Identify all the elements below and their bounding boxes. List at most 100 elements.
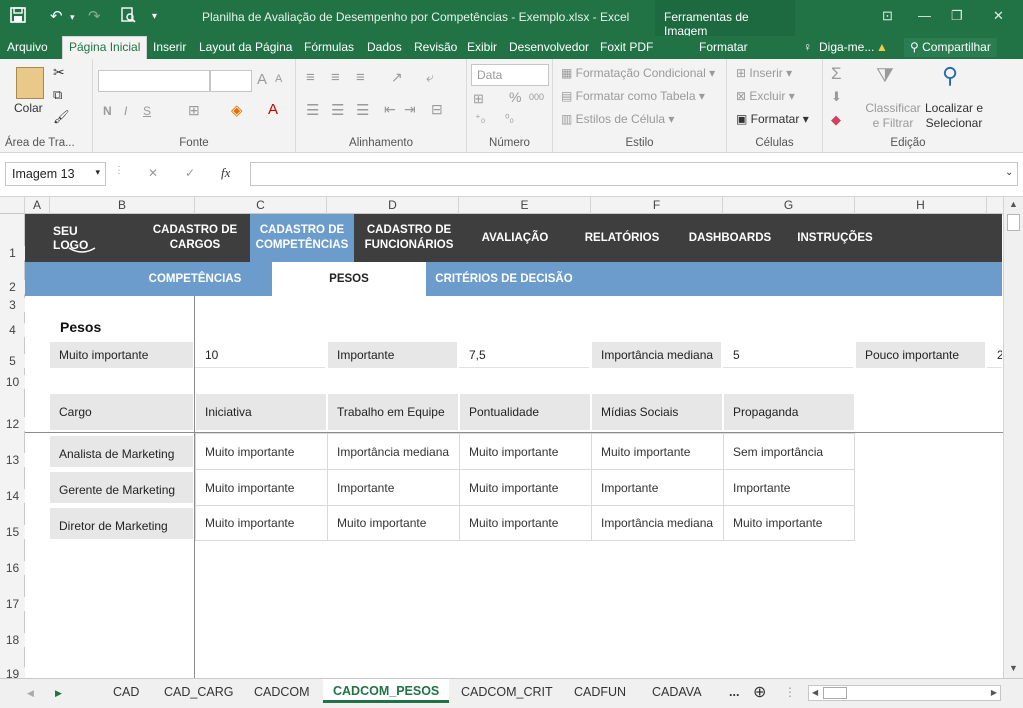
- bold-button[interactable]: N: [103, 104, 112, 118]
- weight-label-muito-importante[interactable]: Muito importante: [50, 342, 193, 368]
- subnav-competencias[interactable]: COMPETÊNCIAS: [125, 262, 265, 296]
- fill-color-icon[interactable]: ◈: [231, 101, 243, 119]
- cancel-button[interactable]: ✕: [148, 166, 158, 180]
- row-header-10[interactable]: 10: [0, 375, 25, 389]
- format-painter-icon[interactable]: 🖌: [53, 109, 70, 125]
- insert-function-button[interactable]: fx: [221, 165, 230, 181]
- format-table-button[interactable]: ▤ Formatar como Tabela ▾: [561, 89, 705, 103]
- conditional-format-button[interactable]: ▦ Formatação Condicional ▾: [561, 66, 715, 80]
- row-header-1[interactable]: 1: [0, 246, 25, 260]
- scroll-down-icon[interactable]: ▼: [1009, 663, 1018, 673]
- format-cells-button[interactable]: ▣ Formatar ▾: [736, 112, 809, 126]
- tab-exibir[interactable]: Exibir: [467, 40, 497, 54]
- thousands-button[interactable]: 000: [529, 92, 544, 102]
- tell-me-box[interactable]: Diga-me...: [819, 40, 874, 54]
- font-name-input[interactable]: [98, 70, 210, 92]
- insert-cells-button[interactable]: ⊞ Inserir ▾: [736, 66, 792, 80]
- nav-cadastro-cargos[interactable]: CADASTRO DE CARGOS: [147, 214, 243, 262]
- font-size-input[interactable]: [210, 70, 252, 92]
- table-row-cargo[interactable]: Analista de Marketing: [50, 436, 193, 467]
- underline-button[interactable]: S: [143, 104, 151, 118]
- grow-font-icon[interactable]: A: [257, 71, 267, 88]
- row-header-16[interactable]: 16: [0, 561, 25, 575]
- table-cell[interactable]: Muito importante: [459, 433, 592, 470]
- sheet-tab-cadcom[interactable]: CADCOM: [254, 685, 310, 699]
- tab-split-icon[interactable]: ⋮: [784, 685, 796, 699]
- sort-filter-button[interactable]: Classificar e Filtrar: [863, 101, 923, 131]
- number-format-select[interactable]: Data: [471, 64, 549, 86]
- tab-dados[interactable]: Dados: [367, 40, 402, 54]
- customize-toolbar-icon[interactable]: ▾: [152, 11, 157, 22]
- orientation-icon[interactable]: ↗: [391, 69, 403, 86]
- sheet-tab-cad[interactable]: CAD: [113, 685, 139, 699]
- copy-icon[interactable]: ⧉: [53, 87, 62, 103]
- italic-button[interactable]: I: [124, 104, 127, 118]
- close-icon[interactable]: ✕: [993, 8, 1004, 24]
- paste-icon[interactable]: [16, 67, 44, 99]
- subnav-criterios[interactable]: CRITÉRIOS DE DECISÃO: [426, 262, 582, 296]
- nav-cadastro-competencias[interactable]: CADASTRO DE COMPETÊNCIAS: [250, 214, 354, 262]
- shrink-font-icon[interactable]: A: [275, 73, 282, 85]
- col-header-g[interactable]: G: [723, 197, 855, 214]
- formula-input[interactable]: [250, 162, 1018, 186]
- table-cell[interactable]: Importância mediana: [327, 433, 460, 470]
- borders-icon[interactable]: ⊞: [188, 102, 200, 119]
- table-header-propaganda[interactable]: Propaganda: [724, 394, 854, 430]
- table-header-midias-sociais[interactable]: Mídias Sociais: [592, 394, 722, 430]
- row-header-12[interactable]: 12: [0, 417, 25, 431]
- row-header-17[interactable]: 17: [0, 597, 25, 611]
- clear-icon[interactable]: ◆: [831, 112, 841, 128]
- nav-avaliacao[interactable]: AVALIAÇÃO: [470, 214, 560, 262]
- sort-filter-icon[interactable]: ⧩: [876, 65, 894, 88]
- tab-inserir[interactable]: Inserir: [153, 40, 186, 54]
- weight-value-mediana[interactable]: 5: [723, 342, 853, 368]
- weight-label-importante[interactable]: Importante: [328, 342, 457, 368]
- scroll-left-icon[interactable]: ◀: [812, 688, 818, 697]
- align-right-icon[interactable]: ☰: [356, 101, 369, 119]
- col-header-d[interactable]: D: [327, 197, 459, 214]
- font-color-icon[interactable]: A: [268, 101, 278, 118]
- horizontal-scroll-thumb[interactable]: [823, 687, 847, 699]
- table-cell[interactable]: Muito importante: [195, 505, 328, 541]
- row-header-18[interactable]: 18: [0, 633, 25, 647]
- nav-instrucoes[interactable]: INSTRUÇÕES: [790, 214, 880, 262]
- tab-formatar[interactable]: Formatar: [699, 40, 748, 54]
- nav-cadastro-funcionarios[interactable]: CADASTRO DE FUNCIONÁRIOS: [360, 214, 458, 262]
- redo-icon[interactable]: ↷: [88, 7, 101, 25]
- table-cell[interactable]: Importância mediana: [591, 505, 724, 541]
- table-header-pontualidade[interactable]: Pontualidade: [460, 394, 590, 430]
- tab-pagina-inicial[interactable]: Página Inicial: [62, 36, 148, 59]
- table-header-trabalho-equipe[interactable]: Trabalho em Equipe: [328, 394, 458, 430]
- weight-label-mediana[interactable]: Importância mediana: [592, 342, 721, 368]
- select-all-corner[interactable]: [0, 197, 25, 214]
- row-header-5[interactable]: 5: [0, 354, 25, 368]
- sheet-tab-cadfun[interactable]: CADFUN: [574, 685, 626, 699]
- expand-formula-icon[interactable]: ⌄: [1005, 167, 1013, 178]
- fill-icon[interactable]: ⬇: [831, 89, 842, 105]
- tab-foxit[interactable]: Foxit PDF: [600, 40, 653, 54]
- sheet-tab-cadava[interactable]: CADAVA: [652, 685, 702, 699]
- row-header-2[interactable]: 2: [0, 280, 25, 294]
- align-left-icon[interactable]: ☰: [306, 101, 319, 119]
- prev-sheet-icon[interactable]: ◀: [27, 688, 34, 699]
- decrease-decimal-icon[interactable]: ⁰₀: [505, 112, 514, 125]
- align-top-icon[interactable]: ≡: [306, 69, 315, 86]
- table-cell[interactable]: Muito importante: [459, 469, 592, 506]
- find-icon[interactable]: ⚲: [942, 63, 958, 89]
- increase-decimal-icon[interactable]: ⁺₀: [475, 112, 485, 125]
- sheet-tab-cad-carg[interactable]: CAD_CARG: [164, 685, 233, 699]
- find-select-button[interactable]: Localizar e Selecionar: [920, 101, 988, 131]
- maximize-icon[interactable]: ❐: [951, 8, 963, 24]
- cut-icon[interactable]: ✂: [53, 64, 65, 81]
- col-header-a[interactable]: A: [25, 197, 50, 214]
- currency-icon[interactable]: ⊞: [473, 91, 484, 107]
- scroll-right-icon[interactable]: ▶: [991, 688, 997, 697]
- tab-arquivo[interactable]: Arquivo: [7, 40, 48, 54]
- table-row-cargo[interactable]: Gerente de Marketing: [50, 472, 193, 503]
- paste-button[interactable]: Colar: [14, 101, 43, 115]
- name-box-dropdown-icon[interactable]: ▾: [95, 167, 100, 178]
- align-bottom-icon[interactable]: ≡: [356, 69, 365, 86]
- wrap-text-icon[interactable]: ⤶: [426, 69, 434, 86]
- new-sheet-icon[interactable]: ⊕: [753, 682, 766, 702]
- save-icon[interactable]: [10, 7, 26, 27]
